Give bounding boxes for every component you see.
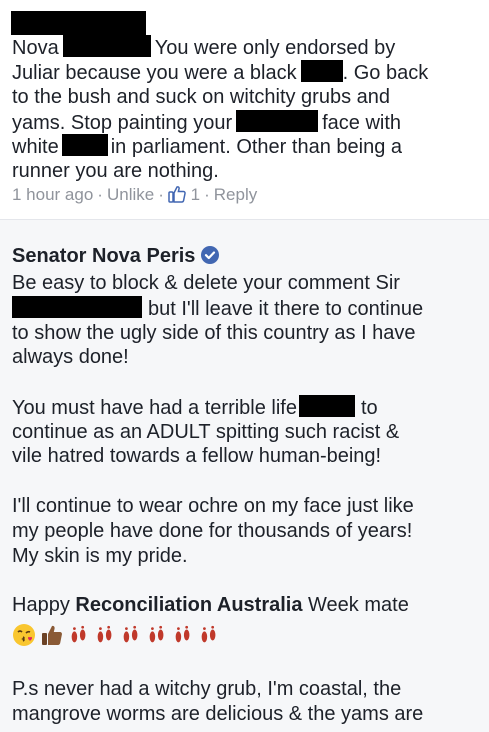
reply-line-2: but I'll leave it there to continue	[12, 296, 482, 322]
emoji-row	[12, 623, 224, 649]
thumbs-up-emoji	[40, 623, 64, 652]
comment-line-1: Nova You were only endorsed by	[12, 35, 396, 59]
redaction	[299, 395, 355, 417]
verified-badge-icon	[201, 246, 220, 264]
like-count: 1	[190, 185, 201, 204]
comment-meta: 1 hour ago · Unlike · 1 · Reply	[12, 185, 258, 204]
footprints-emoji	[68, 623, 90, 652]
unlike-link[interactable]: Unlike	[107, 185, 154, 204]
footprints-emoji	[94, 623, 116, 652]
reply-line-3: to show the ugly side of this country as…	[12, 322, 416, 344]
comment-panel: Nova You were only endorsed by Juliar bec…	[0, 0, 489, 219]
comment-timestamp[interactable]: 1 hour ago	[12, 185, 93, 204]
reply-line-4: always done!	[12, 346, 129, 368]
thumbs-up-icon[interactable]	[168, 185, 186, 203]
redaction	[62, 35, 151, 57]
reply-line-10: My skin is my pride.	[12, 545, 188, 567]
comment-line-2: Juliar because you were a black. Go back	[12, 60, 429, 84]
reply-line-12: P.s never had a witchy grub, I'm coastal…	[12, 678, 402, 700]
comment-line-5: white in parliament. Other than being a	[12, 134, 402, 158]
reply-link[interactable]: Reply	[214, 185, 257, 204]
reply-line-9: my people have done for thousands of yea…	[12, 520, 413, 542]
redaction	[12, 296, 142, 318]
redacted-commenter-name	[11, 11, 146, 35]
footprints-emoji	[172, 623, 194, 652]
reply-line-7: vile hatred towards a fellow human-being…	[12, 445, 382, 467]
reply-line-13: mangrove worms are delicious & the yams …	[12, 703, 424, 725]
page-mention[interactable]: Reconciliation Australia	[75, 594, 302, 616]
kissing-face-emoji	[12, 623, 36, 652]
redaction	[61, 134, 108, 156]
redaction	[236, 110, 319, 132]
comment-line-3: to the bush and suck on witchity grubs a…	[12, 86, 391, 108]
reply-line-11: Happy Reconciliation Australia Week mate	[12, 594, 409, 616]
reply-line-1: Be easy to block & delete your comment S…	[12, 272, 400, 294]
redaction	[300, 60, 343, 82]
reply-line-5: You must have had a terrible life to	[12, 395, 378, 419]
footprints-emoji	[198, 623, 220, 652]
footprints-emoji	[120, 623, 142, 652]
footprints-emoji	[146, 623, 168, 652]
reply-line-8: I'll continue to wear ochre on my face j…	[12, 495, 414, 517]
comment-line-4: yams. Stop painting your face with	[12, 110, 402, 134]
reply-line-6: continue as an ADULT spitting such racis…	[12, 421, 400, 443]
reply-author[interactable]: Senator Nova Peris	[12, 245, 220, 268]
comment-line-6: runner you are nothing.	[12, 160, 219, 182]
